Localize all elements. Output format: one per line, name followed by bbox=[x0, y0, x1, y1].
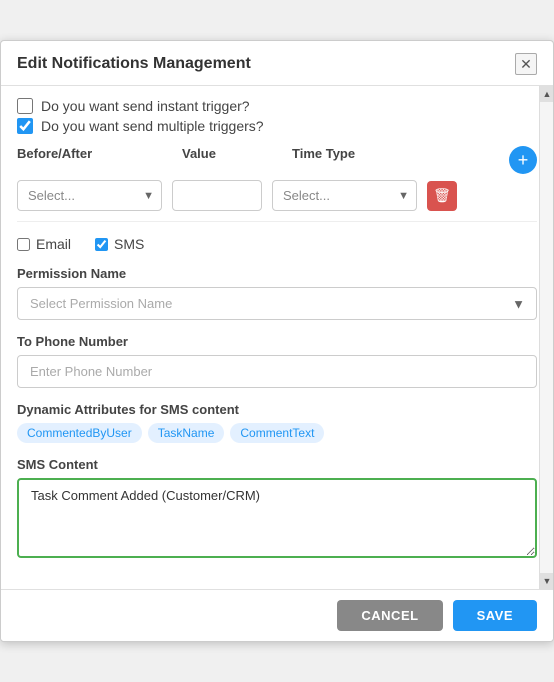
email-label: Email bbox=[36, 236, 71, 252]
phone-label: To Phone Number bbox=[17, 334, 537, 349]
timing-input-row: Select... Before After ▼ Select... Minut… bbox=[17, 180, 537, 211]
scrollbar: ▲ ▼ bbox=[539, 86, 553, 589]
tag-commented-by-user: CommentedByUser bbox=[17, 423, 142, 443]
email-channel-item: Email bbox=[17, 236, 71, 252]
sms-content-block: SMS Content Task Comment Added (Customer… bbox=[17, 457, 537, 563]
modal-header: Edit Notifications Management ✕ bbox=[1, 41, 553, 86]
scrollbar-track bbox=[540, 102, 553, 573]
before-after-label: Before/After bbox=[17, 146, 162, 174]
sms-content-label: SMS Content bbox=[17, 457, 537, 472]
instant-trigger-label: Do you want send instant trigger? bbox=[41, 98, 250, 114]
phone-input[interactable] bbox=[17, 355, 537, 388]
multiple-trigger-checkbox[interactable] bbox=[17, 118, 33, 134]
timing-labels-row: Before/After Value Time Type + bbox=[17, 146, 537, 174]
modal: Edit Notifications Management ✕ Do you w… bbox=[0, 40, 554, 642]
main-content: Do you want send instant trigger? Do you… bbox=[1, 86, 553, 589]
phone-block: To Phone Number bbox=[17, 334, 537, 388]
scrollbar-up-button[interactable]: ▲ bbox=[540, 86, 554, 102]
email-checkbox[interactable] bbox=[17, 238, 30, 251]
save-button[interactable]: SAVE bbox=[453, 600, 537, 631]
delete-timing-button[interactable]: 🗑 bbox=[427, 181, 457, 211]
instant-trigger-checkbox[interactable] bbox=[17, 98, 33, 114]
modal-footer: CANCEL SAVE bbox=[1, 589, 553, 641]
time-type-label: Time Type bbox=[292, 146, 437, 174]
permission-dropdown-wrapper: Select Permission Name ▼ bbox=[17, 287, 537, 320]
time-type-select-wrapper: Select... Minutes Hours Days ▼ bbox=[272, 180, 417, 211]
tag-comment-text: CommentText bbox=[230, 423, 324, 443]
instant-trigger-row: Do you want send instant trigger? bbox=[17, 98, 537, 114]
value-label: Value bbox=[182, 146, 272, 174]
dynamic-attrs-block: Dynamic Attributes for SMS content Comme… bbox=[17, 402, 537, 443]
sms-channel-item: SMS bbox=[95, 236, 144, 252]
permission-label: Permission Name bbox=[17, 266, 537, 281]
dynamic-attrs-tags: CommentedByUser TaskName CommentText bbox=[17, 423, 537, 443]
value-input[interactable] bbox=[172, 180, 262, 211]
close-button[interactable]: ✕ bbox=[515, 53, 537, 75]
multiple-trigger-label: Do you want send multiple triggers? bbox=[41, 118, 264, 134]
dynamic-attrs-label: Dynamic Attributes for SMS content bbox=[17, 402, 537, 417]
cancel-button[interactable]: CANCEL bbox=[337, 600, 442, 631]
sms-checkbox[interactable] bbox=[95, 238, 108, 251]
multiple-trigger-row: Do you want send multiple triggers? bbox=[17, 118, 537, 134]
channel-row: Email SMS bbox=[17, 236, 537, 252]
scrollbar-down-button[interactable]: ▼ bbox=[540, 573, 554, 589]
sms-label: SMS bbox=[114, 236, 144, 252]
before-after-select[interactable]: Select... Before After bbox=[17, 180, 162, 211]
trash-icon: 🗑 bbox=[433, 187, 451, 204]
time-type-select[interactable]: Select... Minutes Hours Days bbox=[272, 180, 417, 211]
permission-select[interactable]: Select Permission Name bbox=[17, 287, 537, 320]
modal-body-wrapper: Do you want send instant trigger? Do you… bbox=[1, 86, 553, 589]
modal-title: Edit Notifications Management bbox=[17, 55, 251, 73]
tag-task-name: TaskName bbox=[148, 423, 225, 443]
divider bbox=[17, 221, 537, 222]
add-timing-button[interactable]: + bbox=[509, 146, 537, 174]
sms-content-textarea[interactable]: Task Comment Added (Customer/CRM) bbox=[17, 478, 537, 558]
permission-block: Permission Name Select Permission Name ▼ bbox=[17, 266, 537, 320]
before-after-select-wrapper: Select... Before After ▼ bbox=[17, 180, 162, 211]
